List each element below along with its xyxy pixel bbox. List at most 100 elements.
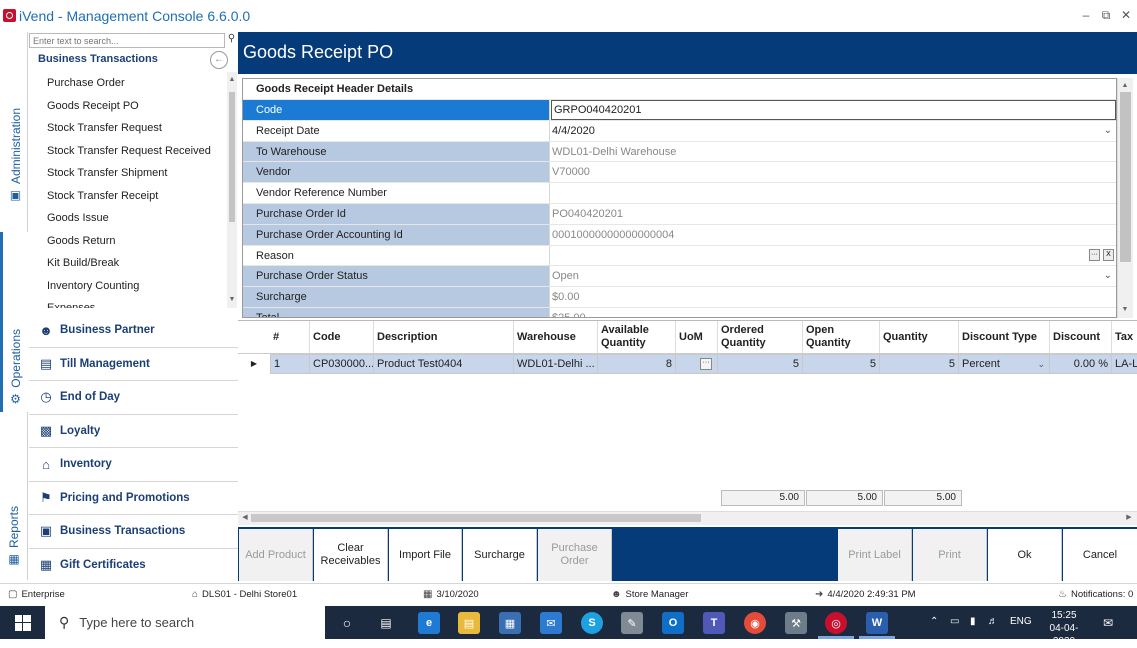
- column-header[interactable]: Ordered Quantity: [718, 321, 803, 353]
- cell-uom[interactable]: ···: [676, 354, 718, 374]
- reason-clear-button[interactable]: X: [1103, 248, 1114, 261]
- nav-item-goods-return[interactable]: Goods Return: [29, 230, 227, 253]
- cell-quantity[interactable]: 5: [880, 354, 959, 374]
- scroll-right-icon[interactable]: ▶: [1124, 513, 1134, 521]
- surcharge-button[interactable]: Surcharge: [463, 529, 537, 581]
- clear-receivables-button[interactable]: Clear Receivables: [314, 529, 388, 581]
- cell-description[interactable]: Product Test0404: [374, 354, 514, 374]
- task-view-icon[interactable]: ▤: [375, 612, 397, 634]
- file-explorer-icon[interactable]: ▤: [458, 612, 480, 634]
- column-header[interactable]: #: [270, 321, 310, 353]
- vendor-reference-field[interactable]: [550, 183, 1116, 203]
- nav-item-kit-build-break[interactable]: Kit Build/Break: [29, 252, 227, 275]
- grid-row-vendor-reference[interactable]: Vendor Reference Number: [243, 182, 1116, 203]
- rail-tab-administration[interactable]: Administration ▣: [0, 32, 28, 232]
- nav-item-expenses[interactable]: Expenses: [29, 297, 227, 308]
- nav-item-purchase-order[interactable]: Purchase Order: [29, 72, 227, 95]
- chevron-down-icon[interactable]: ⌄: [1104, 121, 1112, 141]
- cancel-button[interactable]: Cancel: [1063, 529, 1137, 581]
- column-header[interactable]: Discount Type: [959, 321, 1050, 353]
- nav-item-stock-transfer-receipt[interactable]: Stock Transfer Receipt: [29, 185, 227, 208]
- nav-item-stock-transfer-request[interactable]: Stock Transfer Request: [29, 117, 227, 140]
- column-header[interactable]: Tax: [1112, 321, 1137, 353]
- start-button[interactable]: [0, 606, 45, 639]
- module-business-partner[interactable]: ☻ Business Partner: [29, 314, 238, 348]
- cell-available-quantity[interactable]: 8: [598, 354, 676, 374]
- module-end-of-day[interactable]: ◷ End of Day: [29, 381, 238, 415]
- module-inventory[interactable]: ⌂ Inventory: [29, 448, 238, 482]
- uom-browse-button[interactable]: ···: [700, 358, 712, 370]
- nav-item-stock-transfer-request-received[interactable]: Stock Transfer Request Received: [29, 140, 227, 163]
- scroll-left-icon[interactable]: ◀: [240, 513, 250, 521]
- scroll-down-icon[interactable]: ▼: [1120, 306, 1130, 313]
- skype-icon[interactable]: S: [581, 612, 603, 634]
- close-button[interactable]: ✕: [1118, 8, 1134, 22]
- print-button[interactable]: Print: [913, 529, 987, 581]
- nav-item-goods-issue[interactable]: Goods Issue: [29, 207, 227, 230]
- nav-item-inventory-counting[interactable]: Inventory Counting: [29, 275, 227, 298]
- column-header[interactable]: Warehouse: [514, 321, 598, 353]
- minimize-button[interactable]: –: [1078, 8, 1094, 22]
- nav-item-goods-receipt-po[interactable]: Goods Receipt PO: [29, 95, 227, 118]
- nav-scrollbar-thumb[interactable]: [229, 92, 235, 222]
- scroll-up-icon[interactable]: ▲: [1120, 82, 1130, 89]
- table-row[interactable]: ▶ 1 CP030000... Product Test0404 WDL01-D…: [238, 354, 1137, 374]
- grid-scrollbar-thumb[interactable]: [1120, 92, 1131, 262]
- cell-discount-type[interactable]: Percent ⌄: [959, 354, 1050, 374]
- reason-browse-button[interactable]: ···: [1089, 248, 1100, 261]
- tools-icon[interactable]: ⚒: [785, 612, 807, 634]
- teams-icon[interactable]: T: [703, 612, 725, 634]
- cell-ordered-quantity[interactable]: 5: [718, 354, 803, 374]
- scroll-up-icon[interactable]: ▲: [227, 76, 237, 83]
- restore-button[interactable]: ⧉: [1098, 8, 1114, 23]
- table-scrollbar-thumb[interactable]: [251, 514, 701, 522]
- reason-field[interactable]: ··· X: [550, 246, 1116, 266]
- column-header[interactable]: Code: [310, 321, 374, 353]
- cell-warehouse[interactable]: WDL01-Delhi ...: [514, 354, 598, 374]
- cell-discount[interactable]: 0.00 %: [1050, 354, 1112, 374]
- notepad-icon[interactable]: ✎: [621, 612, 643, 634]
- battery-icon[interactable]: ▮: [970, 616, 976, 627]
- chrome-icon[interactable]: ◉: [744, 612, 766, 634]
- code-field[interactable]: GRPO040420201: [551, 100, 1116, 120]
- module-till-management[interactable]: ▤ Till Management: [29, 348, 238, 381]
- cell-tax[interactable]: LA-L: [1112, 354, 1137, 374]
- volume-icon[interactable]: ♬: [988, 616, 998, 627]
- back-arrow-icon[interactable]: ←: [210, 51, 228, 69]
- receipt-date-field[interactable]: 4/4/2020 ⌄: [550, 121, 1116, 141]
- nav-item-stock-transfer-shipment[interactable]: Stock Transfer Shipment: [29, 162, 227, 185]
- column-header[interactable]: Available Quantity: [598, 321, 676, 353]
- column-header[interactable]: Quantity: [880, 321, 959, 353]
- add-product-button[interactable]: Add Product: [239, 529, 313, 581]
- status-notifications[interactable]: ♨ Notifications: 0: [1058, 589, 1133, 600]
- module-business-transactions[interactable]: ▣ Business Transactions: [29, 515, 238, 549]
- taskbar-search[interactable]: ⚲ Type here to search: [45, 606, 325, 639]
- chevron-down-icon[interactable]: ⌄: [1037, 355, 1045, 373]
- cell-line-number[interactable]: 1: [270, 354, 310, 374]
- tray-expand-icon[interactable]: ⌃: [930, 616, 938, 627]
- grid-row-receipt-date[interactable]: Receipt Date 4/4/2020 ⌄: [243, 119, 1116, 141]
- rail-tab-operations[interactable]: Operations ⚙: [0, 232, 28, 412]
- cell-open-quantity[interactable]: 5: [803, 354, 880, 374]
- grid-row-reason[interactable]: Reason ··· X: [243, 244, 1116, 266]
- module-gift-certificates[interactable]: ▦ Gift Certificates: [29, 549, 238, 583]
- taskbar-clock[interactable]: 15:25 04-04-2020: [1040, 609, 1088, 648]
- scroll-down-icon[interactable]: ▼: [227, 296, 237, 303]
- outlook-icon[interactable]: O: [662, 612, 684, 634]
- cell-code[interactable]: CP030000...: [310, 354, 374, 374]
- column-header[interactable]: Open Quantity: [803, 321, 880, 353]
- nav-search-input[interactable]: [29, 33, 225, 48]
- purchase-order-button[interactable]: Purchase Order: [538, 529, 612, 581]
- import-file-button[interactable]: Import File: [389, 529, 462, 581]
- network-icon[interactable]: ▭: [950, 616, 959, 627]
- print-label-button[interactable]: Print Label: [838, 529, 912, 581]
- ivend-icon[interactable]: ◎: [825, 612, 847, 634]
- search-icon[interactable]: ⚲: [225, 33, 238, 48]
- column-header[interactable]: Discount: [1050, 321, 1112, 353]
- module-pricing-and-promotions[interactable]: ⚑ Pricing and Promotions: [29, 482, 238, 515]
- cortana-icon[interactable]: ○: [336, 612, 358, 634]
- action-center-icon[interactable]: ✉: [1103, 616, 1113, 630]
- language-indicator[interactable]: ENG: [1010, 616, 1032, 627]
- mail-icon[interactable]: ✉: [540, 612, 562, 634]
- store-icon[interactable]: ▦: [499, 612, 521, 634]
